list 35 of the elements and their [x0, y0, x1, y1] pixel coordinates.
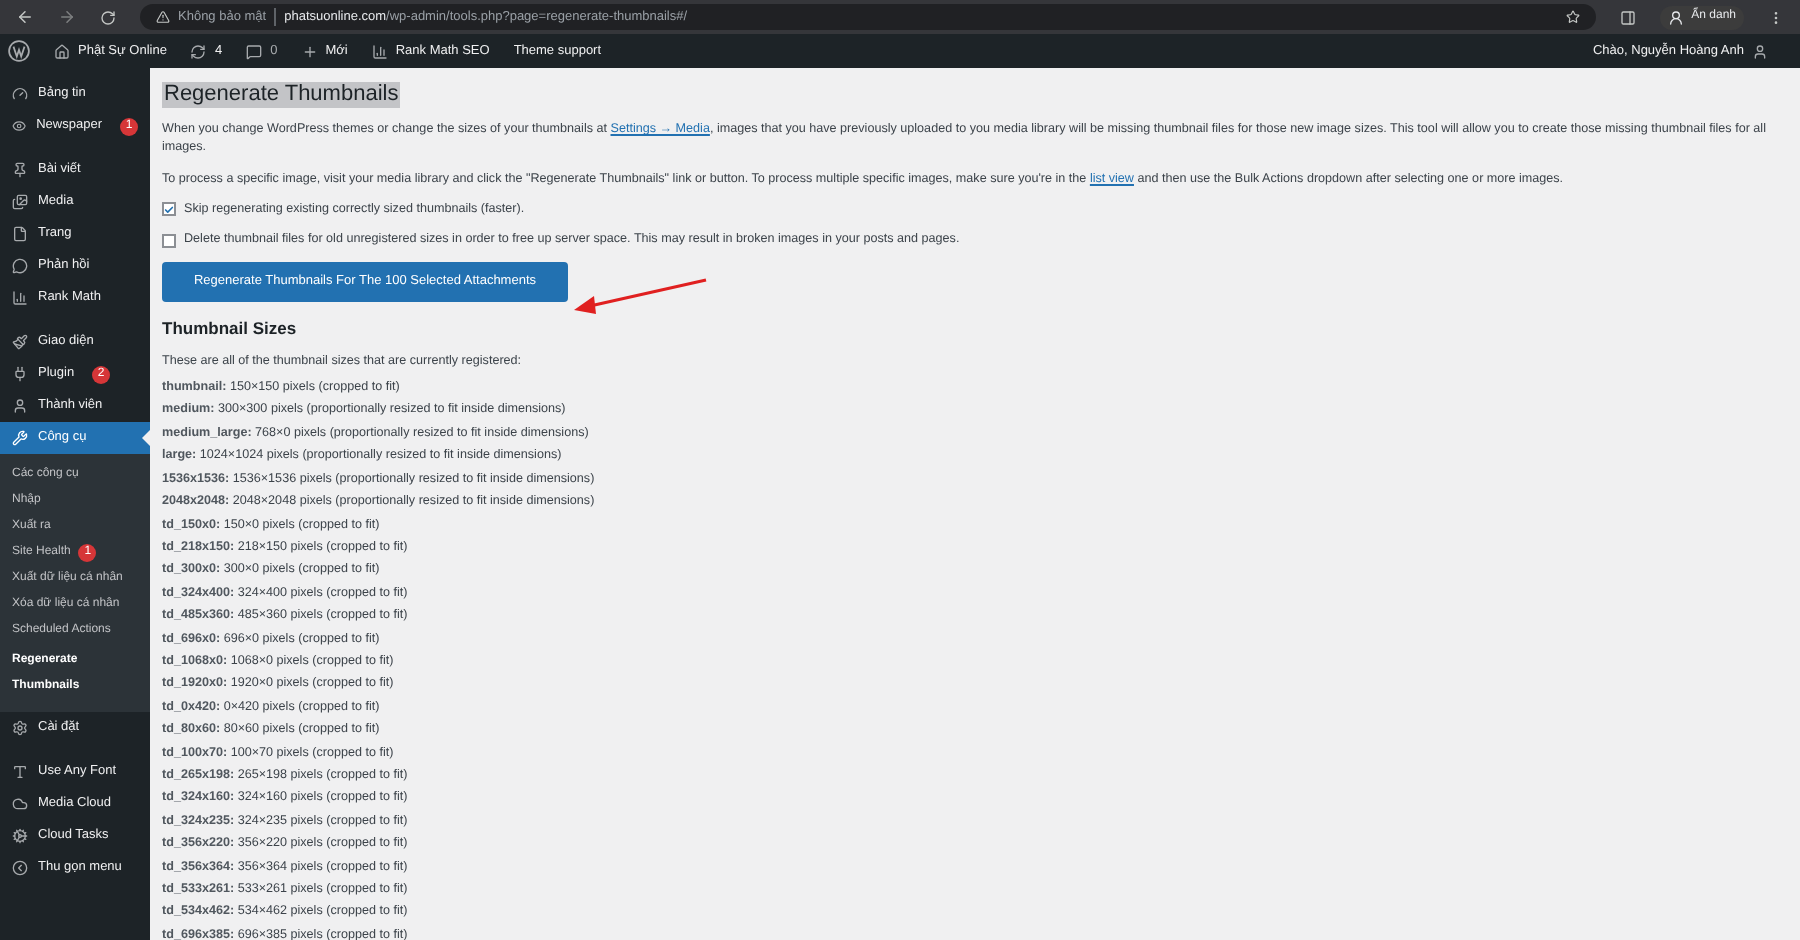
person-icon — [12, 398, 28, 414]
section-heading: Thumbnail Sizes — [162, 315, 299, 342]
avatar-icon — [1752, 43, 1768, 59]
wrench-icon — [12, 430, 28, 446]
plus-icon — [301, 43, 318, 59]
avatar-icon — [1667, 9, 1684, 25]
settings-icon — [12, 720, 28, 736]
page-title: Regenerate Thumbnails — [162, 82, 401, 108]
collapse-icon — [12, 860, 28, 876]
pointer-arrow — [570, 276, 710, 320]
gear-icon — [12, 828, 28, 844]
letter-icon — [12, 764, 28, 780]
comment-icon — [246, 43, 263, 59]
paintbrush-icon — [12, 334, 28, 350]
cloud-icon — [12, 796, 28, 812]
images-icon — [12, 194, 28, 210]
home-icon — [54, 43, 70, 59]
checkbox[interactable] — [162, 233, 176, 248]
reload-icon[interactable] — [100, 9, 116, 25]
page-icon — [12, 226, 28, 242]
warning-icon — [156, 10, 170, 24]
bar-chart-icon — [12, 290, 28, 306]
back-icon[interactable] — [16, 8, 34, 26]
bookmark-star-icon[interactable] — [1565, 10, 1580, 24]
wordpress-logo-icon[interactable] — [8, 40, 30, 62]
checkbox[interactable] — [162, 202, 176, 217]
gauge-icon — [12, 86, 28, 102]
pin-icon — [12, 162, 28, 178]
refresh-icon — [190, 43, 207, 59]
plug-icon — [12, 366, 28, 382]
check-icon — [164, 203, 174, 216]
eye-icon — [12, 118, 27, 134]
bar-chart-icon — [371, 43, 388, 59]
side-panel-icon[interactable] — [1619, 9, 1636, 25]
speech-bubble-icon — [12, 258, 28, 274]
